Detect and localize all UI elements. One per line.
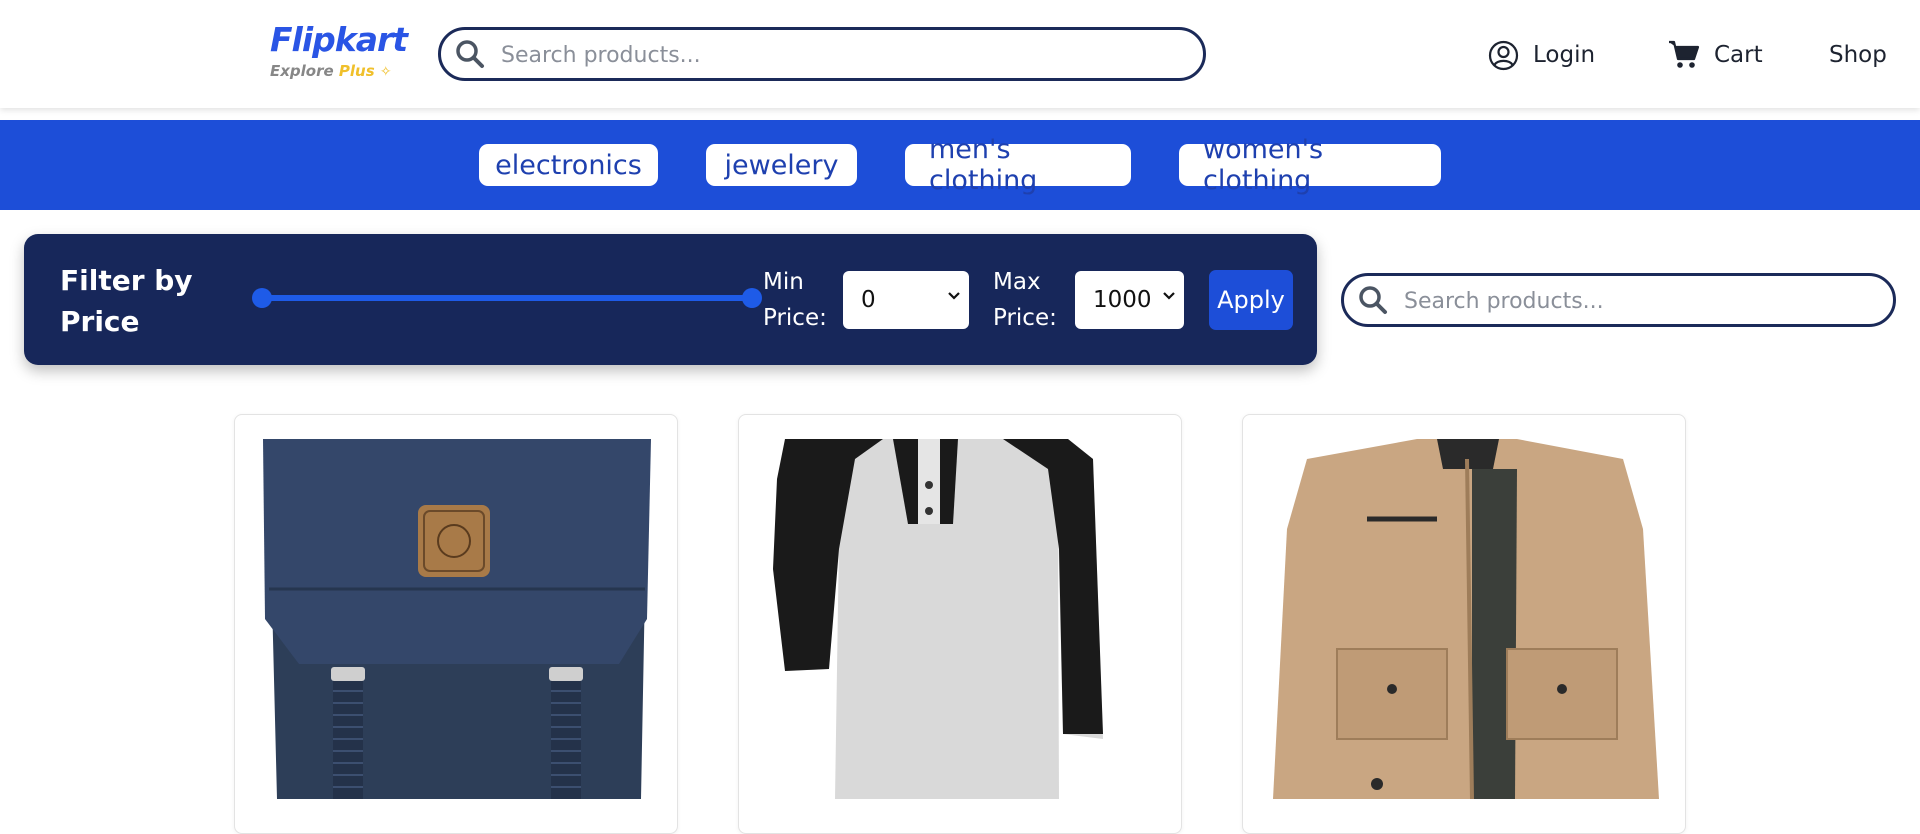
nav-cart[interactable]: Cart bbox=[1668, 38, 1763, 72]
flipkart-logo[interactable]: Flipkart Explore Plus ✧ bbox=[270, 20, 408, 84]
apply-button[interactable]: Apply bbox=[1209, 270, 1293, 330]
price-range-slider[interactable] bbox=[252, 288, 770, 308]
plus-star-icon: ✧ bbox=[379, 64, 392, 80]
max-price-value: 1000 bbox=[1093, 287, 1152, 313]
category-jewelery[interactable]: jewelery bbox=[706, 144, 857, 186]
product-card[interactable] bbox=[738, 414, 1182, 834]
header-search-input[interactable] bbox=[501, 40, 1181, 70]
category-electronics[interactable]: electronics bbox=[479, 144, 658, 186]
logo-subtitle: Explore Plus ✧ bbox=[270, 62, 392, 80]
logo-sub-explore: Explore bbox=[270, 62, 334, 80]
product-card[interactable] bbox=[234, 414, 678, 834]
henley-shirt-image bbox=[763, 439, 1159, 799]
backpack-image bbox=[259, 439, 655, 799]
category-mens-clothing[interactable]: men's clothing bbox=[905, 134, 1131, 196]
max-price-select[interactable]: 1000 bbox=[1075, 271, 1184, 329]
cart-label: Cart bbox=[1714, 42, 1763, 68]
search-icon bbox=[1359, 286, 1387, 314]
min-price-label: Min Price: bbox=[763, 269, 827, 331]
jacket-image bbox=[1267, 439, 1663, 799]
top-header: Flipkart Explore Plus ✧ Login Cart Shop bbox=[0, 0, 1920, 108]
nav-login[interactable]: Login bbox=[1488, 38, 1595, 72]
category-womens-clothing[interactable]: women's clothing bbox=[1179, 134, 1441, 196]
category-bar: electronics jewelery men's clothing wome… bbox=[0, 120, 1920, 210]
slider-min-handle[interactable] bbox=[252, 288, 272, 308]
search-icon bbox=[456, 40, 484, 68]
side-search-bar bbox=[1341, 273, 1896, 327]
chevron-down-icon bbox=[1163, 292, 1175, 300]
slider-track bbox=[260, 295, 750, 301]
min-price-select[interactable]: 0 bbox=[843, 271, 969, 329]
chevron-down-icon bbox=[948, 292, 960, 300]
logo-text: Flipkart bbox=[270, 20, 408, 59]
cart-icon bbox=[1669, 40, 1700, 68]
login-label: Login bbox=[1533, 42, 1596, 68]
max-price-label: Max Price: bbox=[993, 269, 1057, 331]
logo-sub-plus: Plus bbox=[338, 62, 375, 80]
side-search-input[interactable] bbox=[1404, 286, 1874, 316]
min-price-value: 0 bbox=[861, 287, 876, 313]
filter-title: Filter by Price bbox=[60, 264, 193, 338]
nav-shop[interactable]: Shop bbox=[1829, 38, 1887, 72]
shop-label: Shop bbox=[1829, 42, 1887, 68]
slider-max-handle[interactable] bbox=[742, 288, 762, 308]
price-filter-panel: Filter by Price Min Price: 0 Max Price: 10… bbox=[24, 234, 1317, 365]
user-circle-icon bbox=[1488, 40, 1519, 70]
product-card[interactable] bbox=[1242, 414, 1686, 834]
header-search-bar bbox=[438, 27, 1206, 81]
